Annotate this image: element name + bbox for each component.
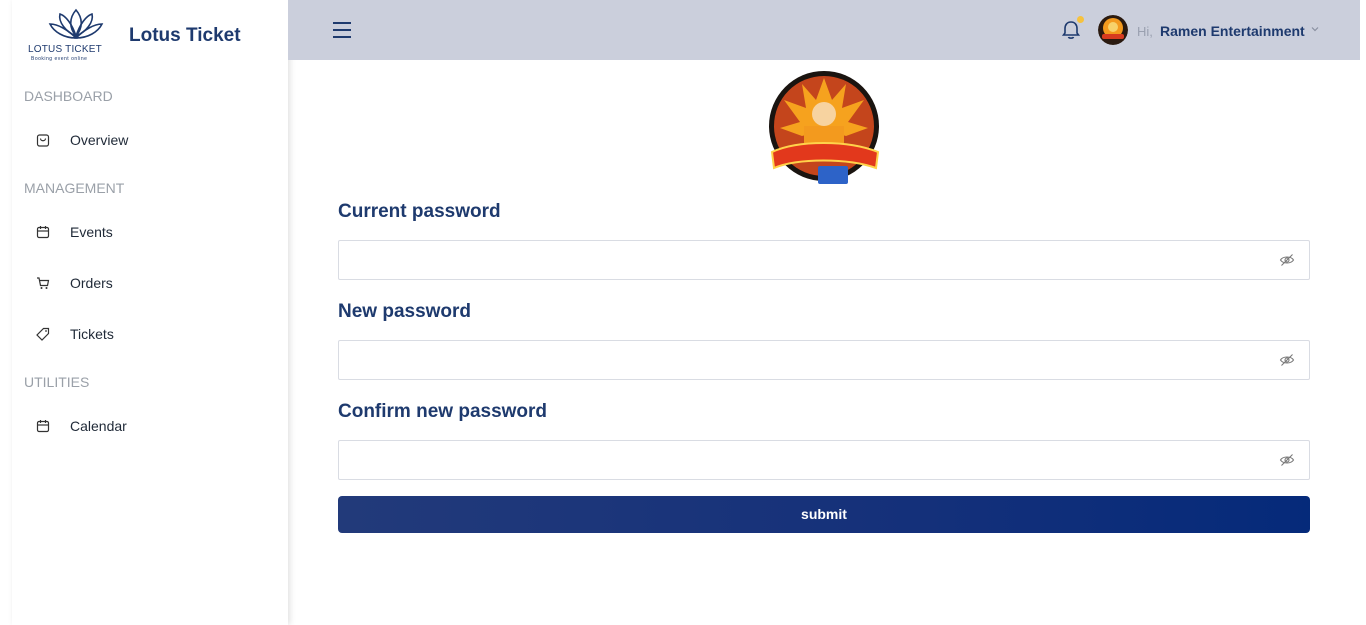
notification-dot bbox=[1077, 16, 1084, 23]
user-name[interactable]: Ramen Entertainment bbox=[1160, 23, 1305, 39]
new-password-input[interactable] bbox=[339, 341, 1283, 377]
sidebar-item-label: Orders bbox=[70, 275, 113, 291]
sidebar-item-label: Overview bbox=[70, 132, 129, 148]
new-password-label: New password bbox=[338, 301, 472, 322]
sidebar: LOTUS TICKET Booking event online Lotus … bbox=[12, 0, 288, 625]
eye-off-icon[interactable] bbox=[1279, 352, 1295, 368]
eye-off-icon[interactable] bbox=[1279, 252, 1295, 268]
sidebar-item-label: Tickets bbox=[70, 326, 114, 342]
confirm-password-field[interactable] bbox=[338, 440, 1310, 480]
submit-button[interactable]: submit bbox=[338, 496, 1310, 533]
current-password-field[interactable] bbox=[338, 240, 1310, 280]
logo-text: LOTUS TICKET bbox=[28, 44, 102, 55]
menu-toggle-icon[interactable] bbox=[333, 22, 351, 38]
section-utilities: UTILITIES bbox=[24, 374, 90, 390]
sidebar-item-events[interactable]: Events bbox=[12, 213, 288, 253]
section-management: MANAGEMENT bbox=[24, 180, 125, 196]
main-content: Current password New password Confirm ne… bbox=[318, 60, 1360, 625]
confirm-password-label: Confirm new password bbox=[338, 401, 548, 422]
sidebar-item-calendar[interactable]: Calendar bbox=[12, 407, 288, 447]
tag-icon bbox=[36, 327, 50, 341]
calendar-icon bbox=[36, 226, 50, 239]
calendar-icon bbox=[36, 420, 50, 433]
cart-icon bbox=[37, 277, 50, 289]
new-password-field[interactable] bbox=[338, 340, 1310, 380]
confirm-password-input[interactable] bbox=[339, 441, 1283, 477]
sidebar-item-label: Events bbox=[70, 224, 113, 240]
chevron-down-icon[interactable] bbox=[1310, 24, 1320, 34]
shopping-bag-icon bbox=[36, 134, 50, 147]
eye-off-icon[interactable] bbox=[1279, 452, 1295, 468]
current-password-label: Current password bbox=[338, 201, 501, 222]
sidebar-item-tickets[interactable]: Tickets bbox=[12, 315, 288, 355]
avatar[interactable] bbox=[1098, 15, 1128, 45]
sidebar-item-overview[interactable]: Overview bbox=[12, 121, 288, 161]
topbar: Hi, Ramen Entertainment bbox=[288, 0, 1360, 60]
sidebar-item-label: Calendar bbox=[70, 418, 127, 434]
section-dashboard: DASHBOARD bbox=[24, 88, 113, 104]
brand-name: Lotus Ticket bbox=[129, 25, 241, 46]
greeting-text: Hi, bbox=[1137, 24, 1153, 39]
profile-avatar[interactable] bbox=[768, 70, 880, 188]
current-password-input[interactable] bbox=[339, 241, 1283, 277]
logo-subtext: Booking event online bbox=[31, 56, 88, 62]
brand[interactable]: LOTUS TICKET Booking event online Lotus … bbox=[24, 6, 284, 66]
sidebar-item-orders[interactable]: Orders bbox=[12, 264, 288, 304]
